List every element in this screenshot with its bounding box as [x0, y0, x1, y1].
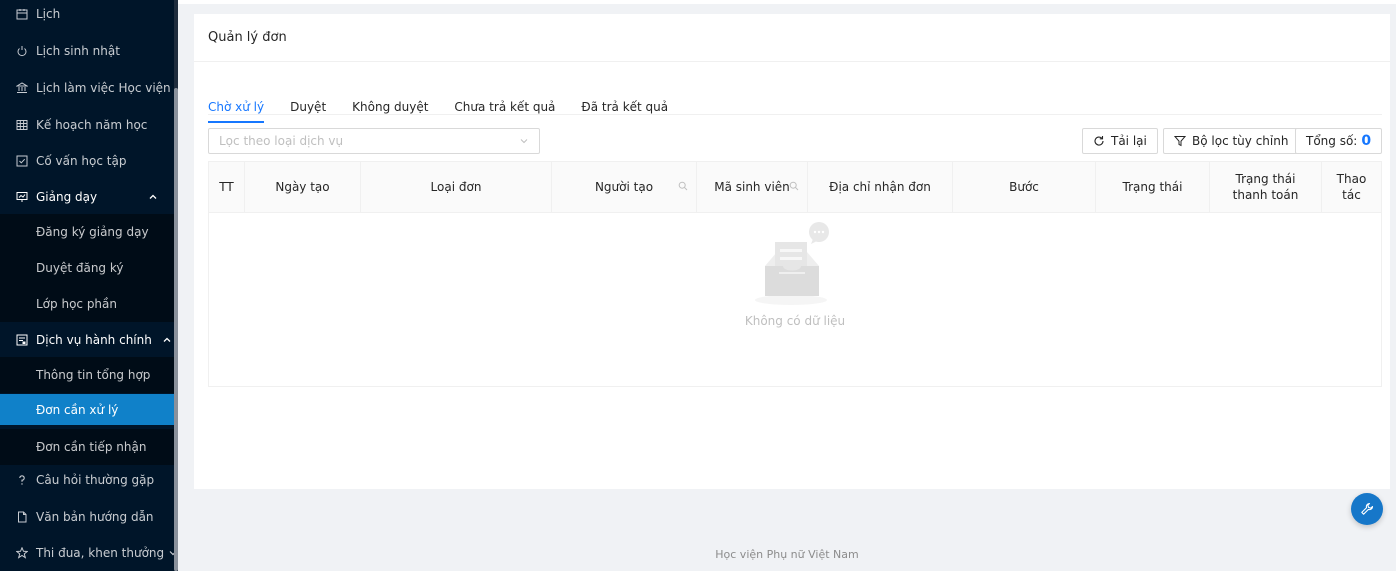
column-header-request-type[interactable]: Loại đơn [361, 162, 552, 212]
filter-icon [1174, 135, 1186, 147]
sidebar-item-advisor[interactable]: Cố vấn học tập [0, 143, 174, 179]
tab-result-not-returned[interactable]: Chưa trả kết quả [454, 92, 555, 122]
sidebar: Lịch Lịch sinh nhật Lịch làm việc Học vi… [0, 0, 178, 571]
sidebar-item-pending-requests[interactable]: Đơn cần xử lý [0, 394, 174, 425]
settings-fab-button[interactable] [1351, 493, 1383, 525]
main-card: Quản lý đơn Chờ xử lý Duyệt Không duyệt … [194, 14, 1390, 489]
custom-filter-label: Bộ lọc tùy chỉnh [1192, 134, 1289, 148]
sidebar-item-requests-to-receive[interactable]: Đơn cần tiếp nhận [0, 429, 174, 465]
sidebar-item-year-plan[interactable]: Kế hoạch năm học [0, 107, 174, 143]
page-title: Quản lý đơn [194, 14, 1390, 62]
column-header-receiving-address[interactable]: Địa chỉ nhận đơn [808, 162, 953, 212]
column-header-label: Người tạo [594, 180, 654, 194]
sidebar-item-label: Giảng dạy [36, 190, 98, 204]
sidebar-item-label: Dịch vụ hành chính [36, 333, 152, 347]
column-header-label: Địa chỉ nhận đơn [829, 180, 931, 194]
sidebar-item-label: Duyệt đăng ký [36, 261, 124, 275]
column-header-creator[interactable]: Người tạo [552, 162, 697, 212]
wrench-icon [1361, 502, 1374, 515]
column-header-payment-status[interactable]: Trạng thái thanh toán [1210, 162, 1322, 212]
reload-button[interactable]: Tải lại [1082, 128, 1158, 154]
tab-rejected[interactable]: Không duyệt [352, 92, 428, 122]
total-count: 0 [1361, 133, 1372, 149]
chevron-down-icon [519, 136, 529, 146]
tab-pending[interactable]: Chờ xử lý [208, 92, 265, 123]
tab-approved[interactable]: Duyệt [290, 92, 326, 122]
star-icon [16, 547, 28, 559]
sidebar-item-course-class[interactable]: Lớp học phần [0, 286, 174, 322]
column-header-label: Trạng thái thanh toán [1232, 172, 1299, 202]
check-square-icon [16, 155, 28, 167]
sidebar-item-label: Thi đua, khen thưởng [36, 546, 165, 560]
sidebar-item-guide-documents[interactable]: Văn bản hướng dẫn [0, 499, 174, 535]
sidebar-item-label: Thông tin tổng hợp [36, 368, 151, 382]
table-icon [16, 119, 28, 131]
requests-table: TT Ngày tạo Loại đơn Người tạo Mã sinh v… [208, 161, 1382, 387]
column-header-label: Thao tác [1336, 172, 1367, 202]
chevron-up-icon [148, 192, 158, 202]
sidebar-item-label: Đăng ký giảng dạy [36, 225, 149, 239]
column-header-label: Bước [1009, 180, 1039, 194]
sidebar-item-emulation-rewards[interactable]: Thi đua, khen thưởng [0, 535, 177, 571]
search-icon[interactable] [789, 181, 799, 191]
sidebar-item-academy-schedule[interactable]: Lịch làm việc Học viện [0, 70, 174, 106]
chevron-up-icon [162, 335, 172, 345]
calendar-icon [16, 8, 28, 20]
sidebar-item-admin-services[interactable]: Dịch vụ hành chính [0, 322, 174, 358]
column-header-student-id[interactable]: Mã sinh viên [697, 162, 808, 212]
presentation-icon [16, 191, 28, 203]
sidebar-item-teaching-register[interactable]: Đăng ký giảng dạy [0, 214, 174, 250]
sidebar-item-label: Đơn cần tiếp nhận [36, 440, 147, 454]
column-header-status[interactable]: Trạng thái [1096, 162, 1210, 212]
reload-label: Tải lại [1111, 134, 1147, 148]
empty-state: Không có dữ liệu [209, 222, 1381, 328]
sidebar-item-label: Lớp học phần [36, 297, 117, 311]
top-strip [178, 0, 1396, 4]
power-icon [16, 45, 28, 57]
sidebar-scrollbar-thumb[interactable] [174, 88, 178, 571]
file-icon [16, 511, 28, 523]
column-header-index: TT [209, 162, 245, 212]
sidebar-item-teaching[interactable]: Giảng dạy [0, 179, 174, 215]
search-icon[interactable] [678, 181, 688, 191]
sidebar-item-approve-register[interactable]: Duyệt đăng ký [0, 250, 174, 286]
sidebar-item-label: Đơn cần xử lý [36, 402, 119, 417]
table-header: TT Ngày tạo Loại đơn Người tạo Mã sinh v… [209, 162, 1381, 213]
sidebar-item-label: Văn bản hướng dẫn [36, 510, 154, 524]
form-icon [16, 334, 28, 346]
column-header-label: Trạng thái [1122, 180, 1183, 194]
sidebar-item-faq[interactable]: Câu hỏi thường gặp [0, 462, 174, 498]
footer-text: Học viện Phụ nữ Việt Nam [715, 548, 859, 561]
column-header-created-date[interactable]: Ngày tạo [245, 162, 361, 212]
tab-result-returned[interactable]: Đã trả kết quả [581, 92, 668, 122]
empty-text: Không có dữ liệu [744, 314, 846, 328]
sidebar-item-label: Cố vấn học tập [36, 154, 127, 168]
bank-icon [16, 82, 28, 94]
reload-icon [1093, 135, 1105, 147]
total-label: Tổng số: [1306, 134, 1358, 148]
column-header-actions: Thao tác [1322, 162, 1381, 212]
filter-placeholder: Lọc theo loại dịch vụ [219, 134, 344, 148]
empty-inbox-icon [755, 222, 829, 305]
column-header-label: Mã sinh viên [714, 180, 790, 194]
total-count-box: Tổng số: 0 [1295, 128, 1383, 154]
column-header-label: Ngày tạo [275, 180, 330, 194]
status-tabs: Chờ xử lý Duyệt Không duyệt Chưa trả kết… [208, 84, 694, 130]
sidebar-item-label: Câu hỏi thường gặp [36, 473, 155, 487]
sidebar-item-label: Lịch sinh nhật [36, 44, 120, 58]
question-icon [16, 474, 28, 486]
service-type-filter-select[interactable]: Lọc theo loại dịch vụ [208, 128, 540, 154]
custom-filter-button[interactable]: Bộ lọc tùy chỉnh [1163, 128, 1300, 154]
sidebar-item-label: Lịch làm việc Học viện [36, 81, 171, 95]
column-header-step[interactable]: Bước [953, 162, 1096, 212]
sidebar-item-calendar[interactable]: Lịch [0, 0, 174, 32]
sidebar-item-birthday-calendar[interactable]: Lịch sinh nhật [0, 33, 174, 69]
column-header-label: Loại đơn [430, 180, 482, 194]
tabs-divider [208, 114, 1382, 115]
sidebar-item-summary-info[interactable]: Thông tin tổng hợp [0, 357, 174, 393]
sidebar-item-label: Lịch [36, 7, 61, 21]
sidebar-item-label: Kế hoạch năm học [36, 118, 148, 132]
